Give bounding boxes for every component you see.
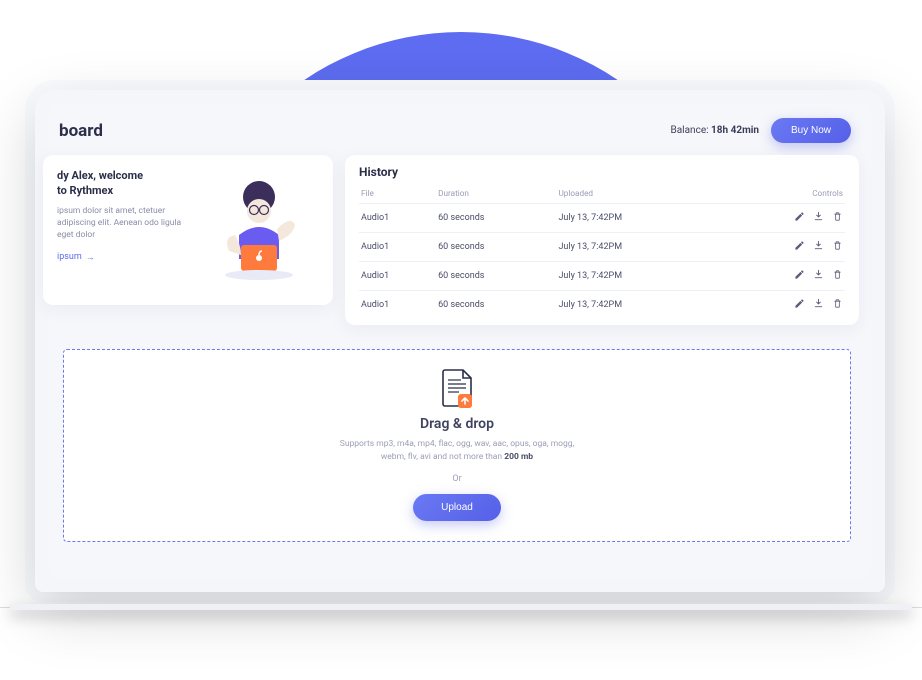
row-actions — [794, 298, 843, 309]
col-uploaded: Uploaded — [556, 185, 718, 204]
col-file: File — [359, 185, 436, 204]
download-icon[interactable] — [813, 211, 824, 222]
cell-uploaded: July 13, 7:42PM — [556, 204, 718, 233]
welcome-link-text: ipsum — [57, 252, 82, 262]
history-card: History File Duration Uploaded Controls … — [345, 155, 859, 325]
dropzone-or: Or — [452, 474, 461, 484]
cell-uploaded: July 13, 7:42PM — [556, 291, 718, 320]
dropzone-support-text: Supports mp3, m4a, mp4, flac, ogg, wav, … — [327, 438, 587, 464]
delete-icon[interactable] — [832, 298, 843, 309]
row-actions — [794, 240, 843, 251]
device-base — [10, 604, 912, 610]
cell-duration: 60 seconds — [436, 233, 556, 262]
welcome-body: ipsum dolor sit amet, ctetuer adipiscing… — [57, 205, 193, 242]
welcome-link[interactable]: ipsum → — [57, 252, 95, 263]
edit-icon[interactable] — [794, 211, 805, 222]
buy-now-button[interactable]: Buy Now — [771, 118, 851, 143]
welcome-card: dy Alex, welcome to Rythmex ipsum dolor … — [43, 155, 333, 305]
row-actions — [794, 211, 843, 222]
topbar-right: Balance: 18h 42min Buy Now — [671, 118, 851, 143]
welcome-title: dy Alex, welcome to Rythmex — [57, 169, 193, 199]
history-header-row: File Duration Uploaded Controls — [359, 185, 845, 204]
file-upload-icon — [439, 368, 475, 408]
history-table: File Duration Uploaded Controls Audio160… — [359, 185, 845, 319]
cell-file: Audio1 — [359, 233, 436, 262]
download-icon[interactable] — [813, 240, 824, 251]
cell-controls — [718, 233, 845, 262]
arrow-right-icon: → — [86, 252, 95, 263]
balance-display: Balance: 18h 42min — [671, 125, 759, 136]
page-title: board — [59, 121, 103, 141]
cell-file: Audio1 — [359, 262, 436, 291]
cell-duration: 60 seconds — [436, 291, 556, 320]
delete-icon[interactable] — [832, 269, 843, 280]
edit-icon[interactable] — [794, 269, 805, 280]
upload-button[interactable]: Upload — [413, 494, 501, 521]
balance-value: 18h 42min — [711, 125, 759, 136]
download-icon[interactable] — [813, 298, 824, 309]
cell-duration: 60 seconds — [436, 262, 556, 291]
delete-icon[interactable] — [832, 211, 843, 222]
dropzone[interactable]: Drag & drop Supports mp3, m4a, mp4, flac… — [63, 349, 851, 542]
edit-icon[interactable] — [794, 240, 805, 251]
dropzone-title: Drag & drop — [420, 416, 494, 432]
welcome-illustration — [199, 169, 319, 295]
cards-row: dy Alex, welcome to Rythmex ipsum dolor … — [49, 155, 859, 325]
cell-uploaded: July 13, 7:42PM — [556, 262, 718, 291]
balance-label: Balance: — [671, 125, 709, 136]
cell-controls — [718, 291, 845, 320]
cell-controls — [718, 262, 845, 291]
col-controls: Controls — [718, 185, 845, 204]
app-screen: board Balance: 18h 42min Buy Now dy Alex… — [49, 104, 871, 578]
cell-file: Audio1 — [359, 291, 436, 320]
table-row: Audio160 secondsJuly 13, 7:42PM — [359, 233, 845, 262]
table-row: Audio160 secondsJuly 13, 7:42PM — [359, 204, 845, 233]
col-duration: Duration — [436, 185, 556, 204]
welcome-text: dy Alex, welcome to Rythmex ipsum dolor … — [57, 169, 193, 295]
table-row: Audio160 secondsJuly 13, 7:42PM — [359, 291, 845, 320]
history-title: History — [359, 165, 845, 179]
delete-icon[interactable] — [832, 240, 843, 251]
person-laptop-icon — [199, 169, 319, 289]
cell-uploaded: July 13, 7:42PM — [556, 233, 718, 262]
device-frame: board Balance: 18h 42min Buy Now dy Alex… — [35, 90, 885, 592]
cell-file: Audio1 — [359, 204, 436, 233]
edit-icon[interactable] — [794, 298, 805, 309]
cell-duration: 60 seconds — [436, 204, 556, 233]
topbar: board Balance: 18h 42min Buy Now — [49, 114, 859, 145]
table-row: Audio160 secondsJuly 13, 7:42PM — [359, 262, 845, 291]
download-icon[interactable] — [813, 269, 824, 280]
row-actions — [794, 269, 843, 280]
cell-controls — [718, 204, 845, 233]
